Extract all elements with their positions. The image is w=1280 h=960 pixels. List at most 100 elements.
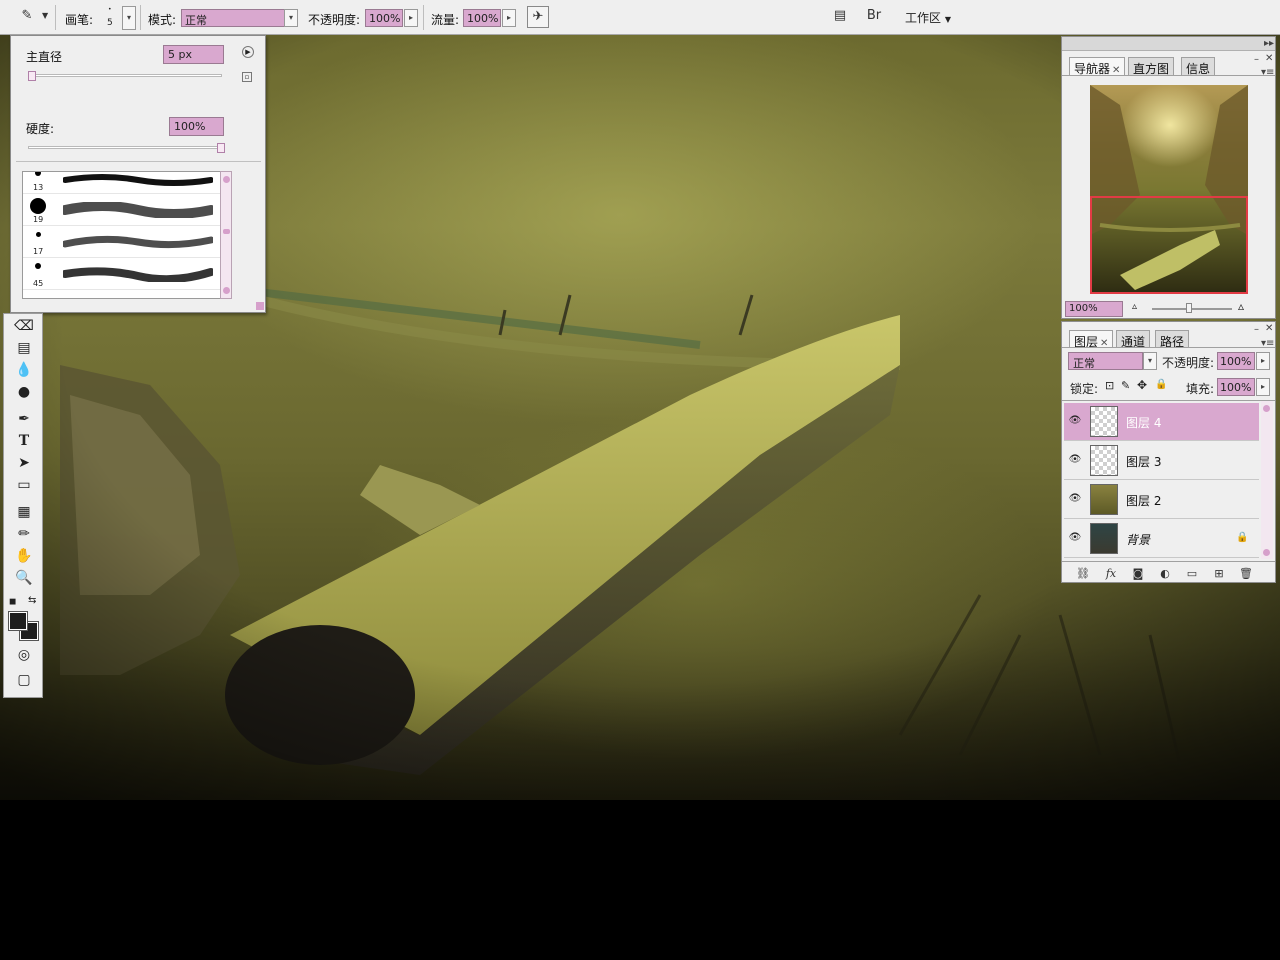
mode-dropdown-arrow[interactable]: ▾ xyxy=(284,9,298,27)
zoom-field[interactable]: 100% xyxy=(1065,301,1123,317)
shape-tool-icon[interactable]: ▭ xyxy=(10,475,38,495)
new-group-icon[interactable]: ▭ xyxy=(1183,567,1201,581)
scroll-up-icon[interactable] xyxy=(1263,405,1270,412)
brush-preset-item[interactable]: 45 xyxy=(23,258,231,290)
tab-layers[interactable]: 图层 ✕ xyxy=(1069,330,1114,349)
lock-position-icon[interactable]: ✥ xyxy=(1137,378,1147,392)
navigator-view-box[interactable] xyxy=(1090,196,1248,294)
dodge-tool-icon[interactable]: ● xyxy=(10,382,38,402)
zoom-out-icon[interactable]: ▵ xyxy=(1132,301,1137,312)
layer-thumbnail xyxy=(1090,523,1118,554)
tab-channels[interactable]: 通道 xyxy=(1116,330,1151,349)
visibility-eye-icon[interactable]: 👁 xyxy=(1068,493,1082,505)
panel-close-icon[interactable]: ✕ xyxy=(1265,53,1273,64)
brush-picker-dropdown[interactable]: ▾ xyxy=(122,6,136,30)
visibility-eye-icon[interactable]: 👁 xyxy=(1068,454,1082,466)
blend-mode-value: 正常 xyxy=(1073,357,1095,370)
master-diameter-field[interactable]: 5 px xyxy=(163,45,224,64)
adjustment-layer-icon[interactable]: ◐ xyxy=(1156,567,1174,581)
brush-preset-item[interactable]: 13 xyxy=(23,172,231,194)
layer-row[interactable]: 👁 背景 🔒 xyxy=(1064,520,1259,558)
panel-minimize-icon[interactable]: – xyxy=(1254,324,1259,335)
layer-opacity-field[interactable]: 100% xyxy=(1217,352,1255,370)
panel-menu-icon[interactable]: ▾≡ xyxy=(1261,67,1274,78)
diameter-slider-track[interactable] xyxy=(28,74,222,77)
save-preset-icon[interactable]: ▫ xyxy=(242,72,252,82)
add-mask-icon[interactable]: ◙ xyxy=(1129,567,1147,581)
brush-list-scrollbar[interactable] xyxy=(220,171,232,299)
swap-colors-icon[interactable]: ⇆ xyxy=(28,595,36,606)
panel-minimize-icon[interactable]: – xyxy=(1254,54,1259,65)
layer-row[interactable]: 👁 图层 2 xyxy=(1064,481,1259,519)
type-tool-icon[interactable]: T xyxy=(10,431,38,451)
opacity-slider-arrow[interactable]: ▸ xyxy=(404,9,418,27)
link-layers-icon[interactable]: ⛓ xyxy=(1074,567,1092,581)
layer-opacity-arrow[interactable]: ▸ xyxy=(1256,352,1270,370)
lock-image-icon[interactable]: ✎ xyxy=(1121,379,1130,392)
flow-slider-arrow[interactable]: ▸ xyxy=(502,9,516,27)
panel-grip[interactable] xyxy=(1062,37,1275,51)
mode-select[interactable]: 正常 xyxy=(181,9,285,27)
panel-close-icon[interactable]: ✕ xyxy=(1265,323,1273,334)
bridge-icon[interactable]: Br xyxy=(863,6,885,28)
zoom-in-icon[interactable]: ▵ xyxy=(1238,299,1244,313)
layers-panel: – ✕ 图层 ✕ 通道 路径 ▾≡ 正常 ▾ 不透明度: 100% ▸ 锁定: ⊡… xyxy=(1061,321,1276,583)
tool-preset-arrow-icon[interactable]: ▼ xyxy=(42,11,48,20)
fill-arrow[interactable]: ▸ xyxy=(1256,378,1270,396)
scroll-down-icon[interactable] xyxy=(1263,549,1270,556)
zoom-slider-track[interactable] xyxy=(1152,308,1232,310)
hardness-slider-thumb[interactable] xyxy=(217,143,225,153)
brush-preset-item[interactable]: 17 xyxy=(23,226,231,258)
tab-paths[interactable]: 路径 xyxy=(1155,330,1190,349)
workspace-menu[interactable]: 工作区 ▼ xyxy=(905,9,951,26)
scroll-up-icon[interactable] xyxy=(223,176,230,183)
zoom-slider-thumb[interactable] xyxy=(1186,303,1192,313)
diameter-slider-thumb[interactable] xyxy=(28,71,36,81)
brush-tool-preset-icon[interactable]: ✎ xyxy=(16,6,38,28)
palette-well-icon[interactable]: ▤ xyxy=(829,6,851,28)
default-colors-icon[interactable]: ◼ xyxy=(9,597,16,607)
tab-histogram[interactable]: 直方图 xyxy=(1128,57,1175,76)
eyedropper-tool-icon[interactable]: ✏ xyxy=(10,524,38,544)
visibility-eye-icon[interactable]: 👁 xyxy=(1068,532,1082,544)
layer-style-fx-icon[interactable]: fx xyxy=(1102,567,1120,581)
popup-menu-arrow-icon[interactable]: ▶ xyxy=(242,46,254,58)
hand-tool-icon[interactable]: ✋ xyxy=(10,546,38,566)
screen-mode-icon[interactable]: ▢ xyxy=(10,670,38,690)
notes-tool-icon[interactable]: ▦ xyxy=(10,502,38,522)
visibility-eye-icon[interactable]: 👁 xyxy=(1068,415,1082,427)
blend-mode-arrow[interactable]: ▾ xyxy=(1143,352,1157,370)
layer-row[interactable]: 👁 图层 4 xyxy=(1064,403,1259,441)
resize-handle-icon[interactable] xyxy=(256,302,264,310)
scroll-down-icon[interactable] xyxy=(223,287,230,294)
brush-preset-item[interactable]: 19 xyxy=(23,194,231,226)
lock-transparent-icon[interactable]: ⊡ xyxy=(1105,379,1114,392)
brush-preset-list[interactable]: 13 19 17 45 xyxy=(22,171,232,299)
hardness-field[interactable]: 100% xyxy=(169,117,224,136)
lock-label: 锁定: xyxy=(1070,382,1099,396)
pen-tool-icon[interactable]: ✒ xyxy=(10,409,38,429)
tab-info[interactable]: 信息 xyxy=(1181,57,1216,76)
layers-scrollbar[interactable] xyxy=(1261,401,1273,559)
airbrush-icon[interactable]: ✈ xyxy=(527,6,549,28)
tab-navigator[interactable]: 导航器 ✕ xyxy=(1069,57,1126,76)
zoom-tool-icon[interactable]: 🔍 xyxy=(10,568,38,588)
fill-field[interactable]: 100% xyxy=(1217,378,1255,396)
panel-collapse-icon[interactable]: ▸▸ xyxy=(1264,38,1274,49)
opacity-field[interactable]: 100% xyxy=(365,9,403,27)
hardness-slider-track[interactable] xyxy=(28,146,222,149)
scroll-thumb[interactable] xyxy=(223,229,230,234)
blend-mode-select[interactable]: 正常 xyxy=(1068,352,1143,370)
eraser-tool-icon[interactable]: ⌫ xyxy=(10,316,38,336)
quick-mask-icon[interactable]: ◎ xyxy=(10,645,38,665)
opacity-value: 100% xyxy=(369,12,401,25)
lock-all-icon[interactable]: 🔒 xyxy=(1155,379,1167,390)
foreground-color-swatch[interactable] xyxy=(8,611,28,631)
delete-layer-icon[interactable]: 🗑 xyxy=(1237,567,1255,581)
path-selection-tool-icon[interactable]: ➤ xyxy=(10,453,38,473)
blur-tool-icon[interactable]: 💧 xyxy=(10,360,38,380)
new-layer-icon[interactable]: ⊞ xyxy=(1210,567,1228,581)
flow-field[interactable]: 100% xyxy=(463,9,501,27)
layer-row[interactable]: 👁 图层 3 xyxy=(1064,442,1259,480)
gradient-tool-icon[interactable]: ▤ xyxy=(10,338,38,358)
